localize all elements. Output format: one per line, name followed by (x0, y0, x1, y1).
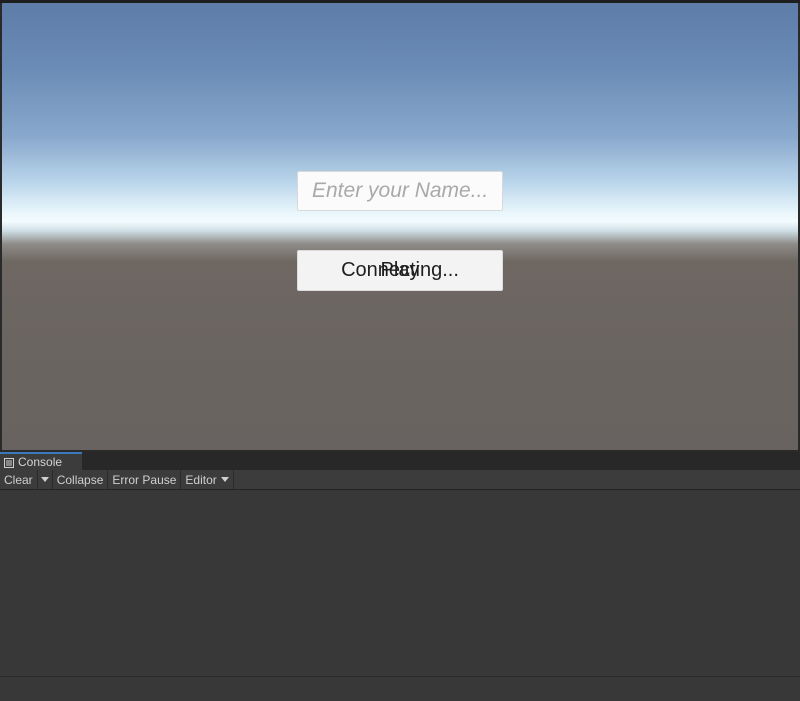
game-viewport[interactable]: Play Connecting... (2, 2, 798, 450)
chevron-down-icon (220, 477, 229, 482)
connecting-status-label: Connecting... (341, 259, 459, 281)
console-list-icon (4, 457, 14, 468)
console-toolbar: Clear Collapse Error Pause Editor (0, 470, 800, 490)
console-panel: Console Clear Collapse Error Pause Edito… (0, 452, 800, 701)
editor-dropdown[interactable]: Editor (181, 470, 234, 489)
window-top-edge (0, 0, 800, 3)
game-view: Play Connecting... (0, 0, 800, 452)
editor-window: Play Connecting... Console (0, 0, 800, 701)
error-pause-toggle[interactable]: Error Pause (108, 470, 182, 489)
clear-button-label: Clear (4, 472, 33, 487)
name-input[interactable] (297, 171, 503, 211)
console-detail-area[interactable] (0, 677, 800, 701)
error-pause-label: Error Pause (112, 472, 177, 487)
tab-console[interactable]: Console (0, 452, 82, 470)
console-log-area[interactable] (0, 491, 800, 677)
play-button[interactable]: Play Connecting... (297, 250, 503, 291)
editor-dropdown-label: Editor (185, 472, 217, 487)
clear-button[interactable]: Clear (0, 470, 38, 489)
collapse-toggle-label: Collapse (56, 472, 104, 487)
collapse-toggle[interactable]: Collapse (52, 470, 109, 489)
clear-options-dropdown[interactable] (37, 470, 53, 489)
tab-strip: Console (0, 452, 800, 470)
chevron-down-icon (40, 477, 49, 482)
tab-console-label: Console (18, 455, 63, 469)
